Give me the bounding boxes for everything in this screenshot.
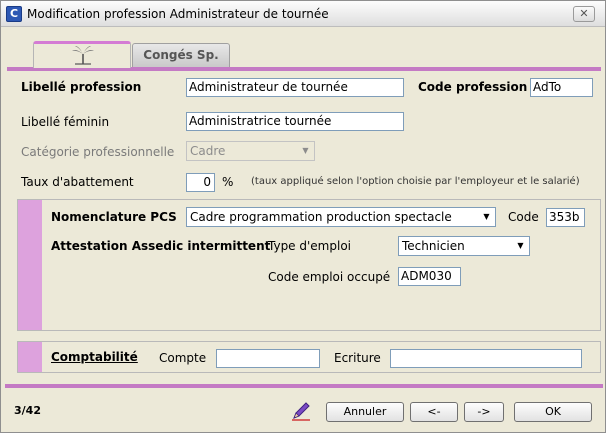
window-title: Modification profession Administrateur d… — [27, 7, 329, 21]
chevron-down-icon: ▼ — [483, 212, 490, 221]
compte-label: Compte — [159, 351, 207, 365]
code-profession-input[interactable]: AdTo — [530, 78, 593, 97]
pcs-label: Nomenclature PCS — [51, 210, 177, 224]
close-button[interactable]: ✕ — [573, 6, 595, 22]
categorie-label: Catégorie professionnelle — [21, 145, 175, 159]
libelle-feminin-label: Libellé féminin — [21, 115, 110, 129]
ok-button[interactable]: OK — [514, 402, 592, 422]
taux-unit: % — [222, 175, 234, 189]
annuler-button[interactable]: Annuler — [326, 402, 404, 422]
pcs-code-input[interactable]: 353b — [546, 208, 585, 227]
record-position: 3/42 — [14, 404, 41, 417]
code-emploi-label: Code emploi occupé — [268, 270, 391, 284]
palm-tree-icon — [72, 46, 94, 65]
attestation-label: Attestation Assedic intermittent — [51, 239, 271, 253]
taux-label: Taux d'abattement — [21, 175, 134, 189]
taux-note: (taux appliqué selon l'option choisie pa… — [251, 176, 580, 187]
panel-accent-strip — [18, 200, 42, 330]
title-bar: C Modification profession Administrateur… — [1, 1, 605, 27]
libelle-profession-input[interactable]: Administrateur de tournée — [186, 78, 404, 97]
compte-input[interactable] — [216, 349, 320, 368]
ecriture-label: Ecriture — [334, 351, 381, 365]
taux-input[interactable]: 0 — [186, 173, 215, 192]
libelle-profession-label: Libellé profession — [21, 80, 142, 94]
categorie-select[interactable]: Cadre ▼ — [186, 141, 315, 161]
type-emploi-select[interactable]: Technicien ▼ — [398, 236, 530, 256]
categorie-select-value: Cadre — [190, 144, 226, 158]
previous-button[interactable]: <- — [410, 402, 458, 422]
pcs-code-label: Code — [508, 210, 539, 224]
comptabilite-title: Comptabilité — [51, 350, 138, 364]
ecriture-input[interactable] — [390, 349, 582, 368]
panel-accent-strip — [18, 342, 42, 372]
type-emploi-select-value: Technicien — [402, 239, 465, 253]
code-emploi-input[interactable]: ADM030 — [398, 267, 461, 286]
chevron-down-icon: ▼ — [517, 241, 524, 250]
dialog-window: C Modification profession Administrateur… — [0, 0, 606, 433]
tab-general[interactable] — [33, 41, 131, 68]
chevron-down-icon: ▼ — [302, 146, 309, 155]
libelle-feminin-input[interactable]: Administratrice tournée — [186, 112, 404, 131]
footer-divider — [5, 384, 603, 388]
tab-conges-sp[interactable]: Congés Sp. — [132, 43, 230, 67]
pcs-select[interactable]: Cadre programmation production spectacle… — [186, 207, 496, 227]
type-emploi-label: Type d'emploi — [268, 239, 351, 253]
pencil-icon[interactable] — [290, 400, 312, 422]
next-button[interactable]: -> — [464, 402, 504, 422]
code-profession-label: Code profession — [418, 80, 528, 94]
pcs-select-value: Cadre programmation production spectacle — [190, 210, 452, 224]
app-icon: C — [6, 6, 22, 22]
